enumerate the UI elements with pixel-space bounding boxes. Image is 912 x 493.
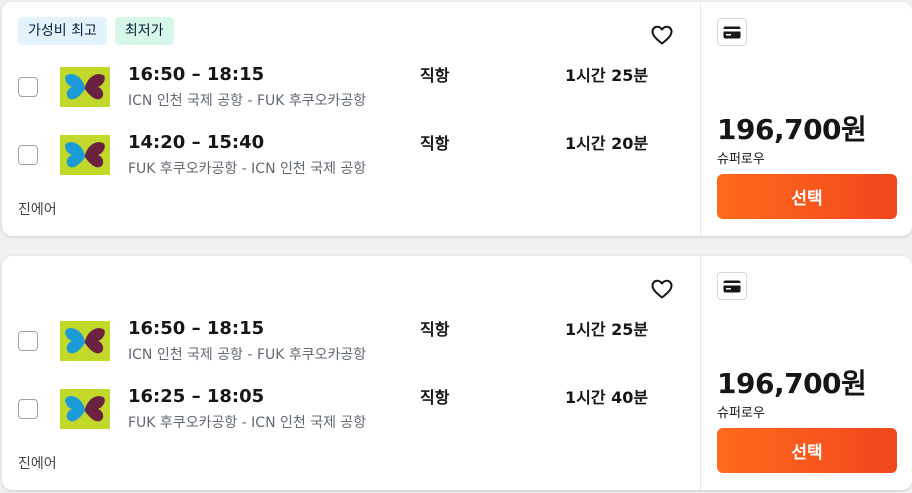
return-leg: 16:25 – 18:05 FUK 후쿠오카공항 - ICN 인천 국제 공항 …: [2, 384, 700, 440]
credit-card-icon: [717, 272, 747, 300]
airline-logo-icon: [60, 321, 110, 361]
leg-route: ICN 인천 국제 공항 - FUK 후쿠오카공항: [128, 93, 367, 109]
leg-route: ICN 인천 국제 공항 - FUK 후쿠오카공항: [128, 347, 367, 363]
airline-name: 진에어: [18, 202, 57, 218]
itinerary-section: 16:50 – 18:15 ICN 인천 국제 공항 - FUK 후쿠오카공항 …: [2, 256, 700, 490]
heart-icon[interactable]: [650, 23, 674, 47]
leg-time: 16:25 – 18:05: [128, 386, 265, 407]
select-button[interactable]: 선택: [717, 428, 897, 473]
airline-logo-icon: [60, 135, 110, 175]
flight-result-card[interactable]: 가성비 최고 최저가 16:50 – 18:15 ICN 인천 국제 공항 - …: [2, 2, 912, 236]
leg-checkbox[interactable]: [18, 399, 38, 419]
itinerary-section: 가성비 최고 최저가 16:50 – 18:15 ICN 인천 국제 공항 - …: [2, 2, 700, 236]
leg-duration: 1시간 20분: [565, 134, 649, 153]
leg-route: FUK 후쿠오카공항 - ICN 인천 국제 공항: [128, 161, 367, 177]
leg-stops: 직항: [420, 134, 450, 153]
return-leg: 14:20 – 15:40 FUK 후쿠오카공항 - ICN 인천 국제 공항 …: [2, 130, 700, 186]
outbound-leg: 16:50 – 18:15 ICN 인천 국제 공항 - FUK 후쿠오카공항 …: [2, 316, 700, 372]
airline-name: 진에어: [18, 456, 57, 472]
cheapest-badge: 최저가: [114, 17, 174, 45]
leg-checkbox[interactable]: [18, 145, 38, 165]
leg-checkbox[interactable]: [18, 331, 38, 351]
leg-stops: 직항: [420, 320, 450, 339]
flight-result-card[interactable]: 16:50 – 18:15 ICN 인천 국제 공항 - FUK 후쿠오카공항 …: [2, 256, 912, 490]
price: 196,700원: [717, 367, 867, 400]
leg-time: 16:50 – 18:15: [128, 318, 265, 339]
outbound-leg: 16:50 – 18:15 ICN 인천 국제 공항 - FUK 후쿠오카공항 …: [2, 62, 700, 118]
provider-name: 슈퍼로우: [717, 152, 765, 167]
leg-duration: 1시간 25분: [565, 66, 649, 85]
price-section: 196,700원 슈퍼로우 선택: [700, 2, 912, 236]
airline-logo-icon: [60, 67, 110, 107]
badge-row: 가성비 최고 최저가: [18, 17, 174, 45]
best-value-badge: 가성비 최고: [18, 17, 107, 45]
leg-checkbox[interactable]: [18, 77, 38, 97]
leg-stops: 직항: [420, 388, 450, 407]
price-section: 196,700원 슈퍼로우 선택: [700, 256, 912, 490]
leg-stops: 직항: [420, 66, 450, 85]
credit-card-icon: [717, 18, 747, 46]
leg-duration: 1시간 25분: [565, 320, 649, 339]
provider-name: 슈퍼로우: [717, 406, 765, 421]
leg-route: FUK 후쿠오카공항 - ICN 인천 국제 공항: [128, 415, 367, 431]
airline-logo-icon: [60, 389, 110, 429]
price: 196,700원: [717, 113, 867, 146]
select-button[interactable]: 선택: [717, 174, 897, 219]
heart-icon[interactable]: [650, 277, 674, 301]
leg-time: 16:50 – 18:15: [128, 64, 265, 85]
leg-duration: 1시간 40분: [565, 388, 649, 407]
leg-time: 14:20 – 15:40: [128, 132, 265, 153]
